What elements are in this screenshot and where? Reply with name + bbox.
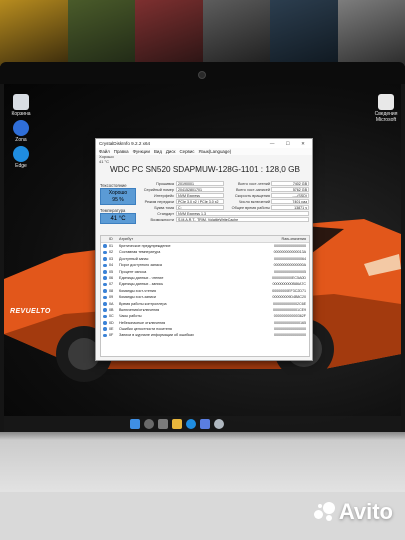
host-writes-value: 5762 GB xyxy=(271,187,309,192)
drive-title: WDC PC SN520 SDAPMUW-128G-1101 : 128,0 G… xyxy=(110,165,300,174)
laptop-hinge-shadow xyxy=(0,432,405,440)
info-grid: Прошивка 20190001 Всего хост-чтений 7402… xyxy=(140,181,312,223)
smart-table-header: ID Атрибут Raw-значения xyxy=(101,236,309,243)
game-box xyxy=(135,0,203,66)
store-icon[interactable] xyxy=(200,419,210,429)
drive-tab-temp: 41 °C xyxy=(99,158,110,164)
status-dot-icon xyxy=(103,314,107,319)
row-raw: 0000000000000000 xyxy=(273,333,306,338)
smart-table[interactable]: ID Атрибут Raw-значения 01 Критическое пр… xyxy=(100,235,310,357)
status-dot-icon xyxy=(103,257,107,261)
file-explorer-icon[interactable] xyxy=(172,419,182,429)
webcam xyxy=(198,71,206,79)
window-titlebar[interactable]: CrystalDiskInfo 9.2.2 x64 — ☐ ✕ xyxy=(96,139,312,148)
status-dot-icon xyxy=(103,321,107,325)
game-box xyxy=(67,0,135,66)
status-dot-icon xyxy=(103,327,107,332)
game-box xyxy=(270,0,338,66)
desktop-icon-zona[interactable]: Zona xyxy=(8,120,34,143)
letter-value: C: xyxy=(176,205,224,210)
zona-app-icon xyxy=(13,120,29,136)
table-row[interactable]: 0F Записи в журнале информации об ошибках… xyxy=(101,332,309,338)
edge-icon[interactable] xyxy=(186,419,196,429)
crystaldiskinfo-icon[interactable] xyxy=(214,419,224,429)
power-hours-value: 13871 ч xyxy=(271,205,309,210)
features-value: S.M.A.R.T., TRIM, VolatileWriteCache xyxy=(176,217,309,222)
menubar: Файл Правка Функции Вид Диск Сервис Язык… xyxy=(96,148,312,155)
edge-browser-icon xyxy=(13,146,29,162)
menu-service[interactable]: Сервис xyxy=(179,148,194,155)
desktop-icon-file[interactable]: Сведения Microsoft xyxy=(373,94,399,123)
file-icon xyxy=(378,94,394,110)
avito-logo-icon xyxy=(313,502,336,522)
health-value: Хорошо xyxy=(108,190,128,196)
menu-functions[interactable]: Функции xyxy=(133,148,150,155)
smart-table-body: 01 Критическое предупреждение 000000000000… xyxy=(101,243,309,339)
status-dot-icon xyxy=(103,308,107,312)
laptop-body xyxy=(0,432,405,492)
avito-logo-text: Avito xyxy=(338,499,393,524)
menu-view[interactable]: Вид xyxy=(154,148,162,155)
standard-value: NVM Express 1.3 xyxy=(176,211,309,216)
windows-start-icon[interactable] xyxy=(130,419,140,429)
status-dot-icon xyxy=(103,276,107,280)
game-box xyxy=(0,0,68,66)
photo-scene: REVUELTO Корзина Zona Edge Сведения Micr… xyxy=(0,0,405,540)
window-controls[interactable]: — ☐ ✕ xyxy=(270,139,310,148)
taskbar xyxy=(4,416,401,432)
power-count-value: 7401 раз xyxy=(271,199,309,204)
row-attribute: Записи в журнале информации об ошибках xyxy=(119,333,194,338)
status-dot-icon xyxy=(103,269,107,274)
window-title: CrystalDiskInfo 9.2.2 x64 xyxy=(99,141,151,146)
info-row: Возможности S.M.A.R.T., TRIM, VolatileWr… xyxy=(140,217,312,223)
status-dot-icon xyxy=(103,250,107,255)
transfer-value: PCIe 3.0 x2 | PCIe 3.0 x2 xyxy=(176,199,224,204)
features-label: Возможности xyxy=(150,218,174,222)
game-box xyxy=(337,0,405,66)
task-view-icon[interactable] xyxy=(158,419,168,429)
status-dot-icon xyxy=(103,263,107,268)
status-dot-icon xyxy=(103,244,107,248)
row-id: 0F xyxy=(109,333,114,338)
health-percent: 95 % xyxy=(112,197,124,203)
firmware-value: 20190001 xyxy=(176,181,224,186)
recycle-bin-icon xyxy=(13,94,29,110)
status-dot-icon xyxy=(103,333,107,338)
background-game-shelf xyxy=(0,0,405,66)
rotation-value: ----(SSD) xyxy=(271,193,309,198)
status-dot-icon xyxy=(103,289,107,293)
desktop-icon-edge[interactable]: Edge xyxy=(8,146,34,169)
menu-disk[interactable]: Диск xyxy=(166,148,176,155)
host-reads-value: 7402 GB xyxy=(271,181,309,186)
status-dot-icon xyxy=(103,301,107,306)
status-column: Техсостояние Хорошо 95 % Температура 41 … xyxy=(100,183,138,224)
laptop-screen: REVUELTO Корзина Zona Edge Сведения Micr… xyxy=(4,84,401,432)
header-id: ID xyxy=(109,237,113,241)
status-dot-icon xyxy=(103,282,107,287)
serial-value: 204152801701 xyxy=(176,187,224,192)
car-badge: REVUELTO xyxy=(10,308,51,315)
drive-tab[interactable]: Хорошо 41 °C xyxy=(99,154,114,164)
game-box xyxy=(202,0,270,66)
health-status-box[interactable]: Хорошо 95 % xyxy=(100,188,136,205)
crystaldiskinfo-window[interactable]: CrystalDiskInfo 9.2.2 x64 — ☐ ✕ Файл Пра… xyxy=(95,138,313,361)
header-raw: Raw-значения xyxy=(281,237,307,241)
header-attribute: Атрибут xyxy=(119,237,134,241)
interface-value: NVM Express xyxy=(176,193,224,198)
avito-watermark: Avito xyxy=(313,499,393,525)
temperature-box[interactable]: 41 °C xyxy=(100,213,136,224)
status-dot-icon xyxy=(103,295,107,300)
menu-language[interactable]: Язык(Language) xyxy=(199,148,232,155)
search-icon[interactable] xyxy=(144,419,154,429)
menu-edit[interactable]: Правка xyxy=(114,148,129,155)
desktop-icon-recycle-bin[interactable]: Корзина xyxy=(8,94,34,117)
